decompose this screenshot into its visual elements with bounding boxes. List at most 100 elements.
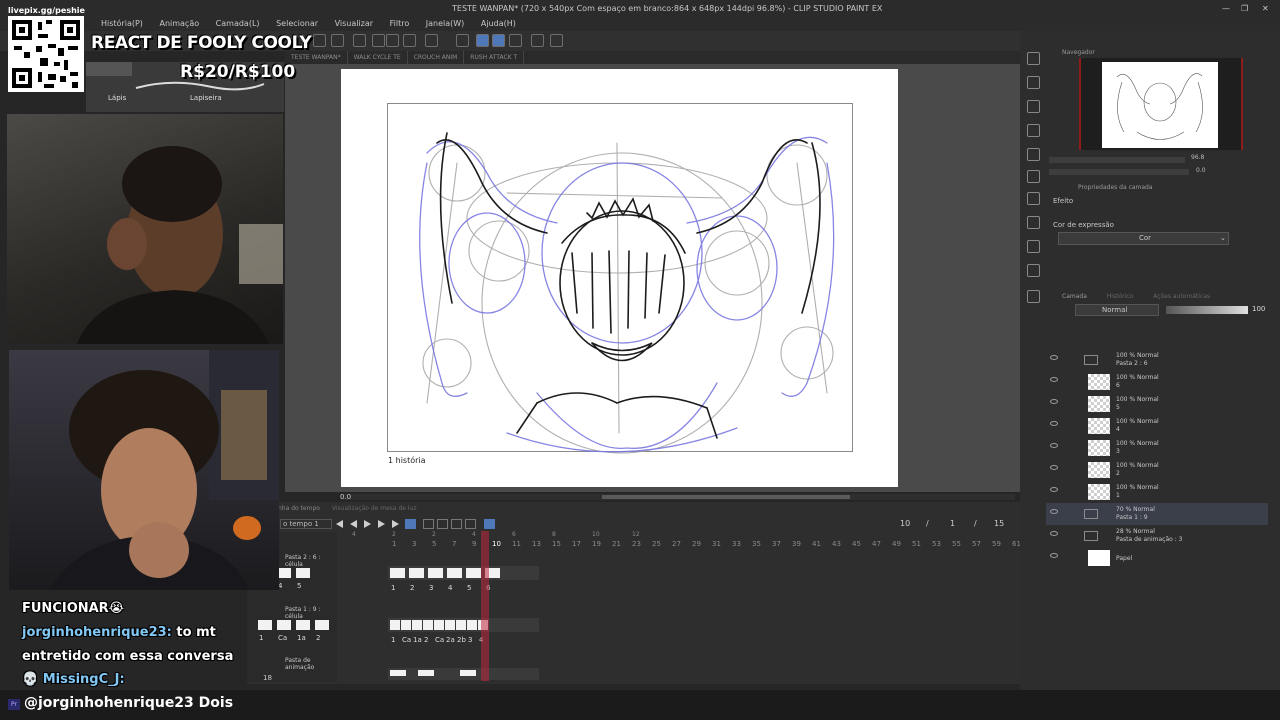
light-table-icon[interactable] (465, 519, 476, 529)
track-name-pasta-1[interactable]: Pasta 1 : 9 : célula (285, 606, 337, 620)
menu-historia[interactable]: História(P) (101, 17, 143, 31)
eye-icon[interactable] (1050, 487, 1058, 492)
track-preview-cel[interactable] (258, 620, 272, 630)
layer-folder-row[interactable]: 28 % Normal Pasta de animação : 3 (1046, 525, 1268, 547)
doc-tab-crouch-anim[interactable]: CROUCH ANIM (408, 51, 465, 64)
redo-icon[interactable] (331, 34, 344, 47)
layer-row[interactable]: 100 % Normal 3 (1046, 437, 1268, 459)
history-panel-icon[interactable] (1027, 192, 1040, 205)
first-frame-icon[interactable] (336, 520, 343, 528)
tab-acoes[interactable]: Ações automáticas (1153, 293, 1210, 300)
eye-icon[interactable] (1050, 465, 1058, 470)
brush-tab-active[interactable] (86, 62, 132, 76)
timeline-cel[interactable] (447, 568, 462, 578)
layer-search-icon[interactable] (1027, 216, 1040, 229)
track-name-pasta-2[interactable]: Pasta 2 : 6 : célula (285, 554, 337, 568)
canvas-horizontal-scrollbar[interactable] (340, 494, 1015, 500)
eye-icon[interactable] (1050, 399, 1058, 404)
timeline-cel[interactable] (412, 620, 422, 630)
new-cel-icon[interactable] (423, 519, 434, 529)
doc-tab-walk-cycle[interactable]: WALK CYCLE TE (348, 51, 408, 64)
menu-filtro[interactable]: Filtro (390, 17, 410, 31)
auto-action-icon[interactable] (1027, 240, 1040, 253)
brush-lapis[interactable]: Lápis (108, 94, 126, 102)
timeline-cel[interactable] (423, 620, 433, 630)
timeline-cel[interactable] (434, 620, 444, 630)
menu-animacao[interactable]: Animação (159, 17, 199, 31)
next-frame-icon[interactable] (378, 520, 385, 528)
navigator-angle[interactable]: 0.0 (1196, 167, 1206, 174)
loop-icon[interactable] (405, 519, 416, 529)
timeline-cel[interactable] (390, 670, 406, 676)
close-panel-icon[interactable] (1027, 124, 1040, 137)
close-button[interactable]: ✕ (1262, 0, 1269, 17)
menu-camada[interactable]: Camada(L) (216, 17, 260, 31)
tab-camada[interactable]: Camada (1062, 293, 1087, 300)
opacity-slider[interactable] (1166, 306, 1248, 314)
layer-folder-row[interactable]: 70 % Normal Pasta 1 : 9 (1046, 503, 1268, 525)
opacity-value[interactable]: 100 (1252, 305, 1265, 313)
zoom-slider[interactable] (1049, 157, 1185, 163)
timeline-cel[interactable] (390, 620, 400, 630)
tab-light-table[interactable]: Visualização de mesa de luz (332, 505, 417, 512)
loading-icon[interactable] (353, 34, 366, 47)
crop-icon[interactable] (403, 34, 416, 47)
layer-row[interactable]: 100 % Normal 1 (1046, 481, 1268, 503)
layer-row[interactable]: 100 % Normal 5 (1046, 393, 1268, 415)
item-bank-icon[interactable] (1027, 264, 1040, 277)
snap-special-icon[interactable] (509, 34, 522, 47)
track-preview-cel[interactable] (315, 620, 329, 630)
start-frame[interactable]: 1 (950, 519, 955, 528)
eye-icon[interactable] (1050, 443, 1058, 448)
timeline-cel[interactable] (409, 568, 424, 578)
snap-ruler-icon[interactable] (476, 34, 489, 47)
tab-historico[interactable]: Histórico (1107, 293, 1133, 300)
minimize-button[interactable]: — (1222, 0, 1230, 17)
play-icon[interactable] (364, 520, 371, 528)
enable-onion-icon[interactable] (484, 519, 495, 529)
track-preview-cel[interactable] (277, 568, 291, 578)
page-icon[interactable] (531, 34, 544, 47)
timeline-cel[interactable] (401, 620, 411, 630)
blend-mode-select[interactable]: Normal (1075, 304, 1159, 316)
track-preview-cel[interactable] (296, 620, 310, 630)
timeline-cel[interactable] (418, 670, 434, 676)
expression-color-select[interactable]: Cor ⌄ (1058, 232, 1229, 245)
timeline-playhead[interactable] (481, 531, 489, 681)
transform-icon[interactable] (372, 34, 385, 47)
material-panel-icon[interactable] (1027, 170, 1040, 183)
sub-view-icon[interactable] (1027, 76, 1040, 89)
last-frame-icon[interactable] (392, 520, 399, 528)
specify-cel-icon[interactable] (437, 519, 448, 529)
timeline-cel[interactable] (456, 620, 466, 630)
clear-selection-icon[interactable] (425, 34, 438, 47)
snap-grid-icon[interactable] (492, 34, 505, 47)
prev-frame-icon[interactable] (350, 520, 357, 528)
ruler-icon[interactable] (456, 34, 469, 47)
timeline-cel[interactable] (466, 568, 481, 578)
eye-icon[interactable] (1050, 553, 1058, 558)
current-frame[interactable]: 10 (900, 519, 910, 528)
menu-visualizar[interactable]: Visualizar (335, 17, 374, 31)
timeline-name-select[interactable]: o tempo 1 (280, 519, 332, 529)
layer-row[interactable]: 100 % Normal 2 (1046, 459, 1268, 481)
timeline-cel[interactable] (428, 568, 443, 578)
navigator-panel-icon[interactable] (1027, 52, 1040, 65)
tab-timeline[interactable]: nha do tempo (278, 505, 320, 512)
timeline-cel[interactable] (390, 568, 405, 578)
layer-panel-icon[interactable] (1027, 290, 1040, 303)
track-preview-cel[interactable] (277, 620, 291, 630)
layer-folder-row[interactable]: 100 % Normal Pasta 2 : 6 (1046, 349, 1268, 371)
color-panel-icon[interactable] (1027, 148, 1040, 161)
doc-tab-rush-attack[interactable]: RUSH ATTACK T (464, 51, 525, 64)
timeline-ruler[interactable]: 1 3 5 7 9 10 11 13 15 17 19 21 23 25 27 29 31 33 35 37 39 41 4… (340, 531, 1041, 548)
track-preview-cel[interactable] (296, 568, 310, 578)
eye-icon[interactable] (1050, 531, 1058, 536)
layer-row[interactable]: 100 % Normal 6 (1046, 371, 1268, 393)
navigator-thumbnail[interactable] (1102, 62, 1218, 148)
eye-icon[interactable] (1050, 421, 1058, 426)
timeline-cel[interactable] (460, 670, 476, 676)
menu-ajuda[interactable]: Ajuda(H) (481, 17, 516, 31)
menu-janela[interactable]: Janela(W) (426, 17, 465, 31)
settings-icon[interactable] (550, 34, 563, 47)
